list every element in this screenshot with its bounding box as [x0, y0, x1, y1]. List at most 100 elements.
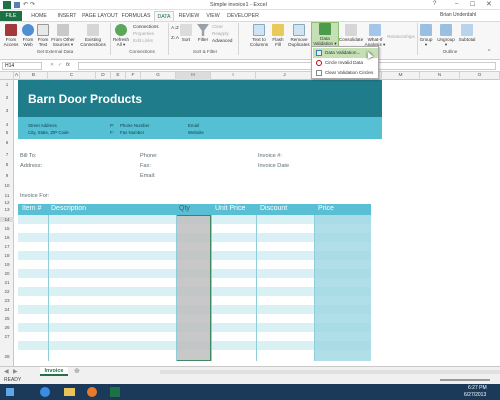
prev-sheet-icon[interactable]: ◀: [4, 368, 9, 375]
fax-number[interactable]: Fax Number: [120, 130, 144, 135]
column-header[interactable]: H: [176, 72, 211, 80]
row-header[interactable]: 19: [0, 262, 14, 267]
ie-icon[interactable]: [40, 387, 50, 397]
ungroup-button[interactable]: Ungroup ▾: [436, 24, 456, 47]
tab-data[interactable]: DATA: [154, 11, 174, 21]
header-unit-price[interactable]: Unit Price: [215, 205, 245, 212]
sort-button[interactable]: Sort: [180, 24, 192, 42]
column-header[interactable]: D: [96, 72, 111, 80]
from-web-button[interactable]: From Web: [21, 24, 35, 47]
sheet-tab-invoice[interactable]: Invoice: [40, 367, 68, 376]
row-header[interactable]: 12: [0, 200, 14, 205]
menu-item-clear-validation-circles[interactable]: Clear Validation Circles: [313, 68, 378, 78]
row-header[interactable]: 7: [0, 152, 14, 157]
row-header[interactable]: 23: [0, 298, 14, 303]
select-all[interactable]: [0, 72, 14, 80]
subtotal-button[interactable]: Subtotal: [456, 24, 478, 42]
row-header[interactable]: 17: [0, 244, 14, 249]
row-header[interactable]: 15: [0, 226, 14, 231]
qty-column-selection[interactable]: [176, 215, 211, 361]
invoice-date-label[interactable]: Invoice Date: [258, 163, 289, 169]
redo-icon[interactable]: ↷: [30, 1, 35, 8]
help-icon[interactable]: ?: [433, 1, 436, 7]
column-header[interactable]: M: [382, 72, 420, 80]
zoom-slider[interactable]: [440, 379, 490, 381]
header-description[interactable]: Description: [51, 205, 86, 212]
column-header[interactable]: G: [141, 72, 176, 80]
header-item-number[interactable]: Item #: [22, 205, 41, 212]
enter-icon[interactable]: ✓: [58, 62, 62, 68]
tab-page-layout[interactable]: PAGE LAYOUT: [80, 11, 120, 21]
row-header[interactable]: 6: [0, 140, 14, 145]
row-header[interactable]: 14: [0, 217, 14, 222]
row-header[interactable]: 9: [0, 173, 14, 178]
phone-label[interactable]: Phone:: [140, 153, 158, 159]
sort-az-button[interactable]: A↓Z: [170, 25, 180, 30]
flash-fill-button[interactable]: Flash Fill: [270, 24, 286, 47]
connections-button[interactable]: Connections: [133, 24, 169, 29]
row-header[interactable]: 4: [0, 122, 14, 127]
row-header[interactable]: 5: [0, 130, 14, 135]
row-header[interactable]: 22: [0, 289, 14, 294]
tab-insert[interactable]: INSERT: [54, 11, 80, 21]
row-header[interactable]: 13: [0, 207, 14, 212]
save-icon[interactable]: [14, 2, 20, 8]
excel-taskbar-icon[interactable]: [110, 387, 120, 397]
next-sheet-icon[interactable]: ▶: [13, 368, 18, 375]
address-label[interactable]: Address:: [20, 163, 42, 169]
start-icon[interactable]: [6, 388, 14, 396]
column-header[interactable]: I: [211, 72, 256, 80]
row-header[interactable]: 3: [0, 108, 14, 113]
header-qty[interactable]: Qty: [179, 205, 190, 212]
collapse-ribbon-icon[interactable]: ^: [488, 49, 490, 55]
row-header[interactable]: 8: [0, 162, 14, 167]
row-header[interactable]: 11: [0, 193, 14, 198]
email-label[interactable]: Email:: [140, 173, 156, 179]
refresh-all-button[interactable]: Refresh All ▾: [112, 24, 130, 47]
existing-connections-button[interactable]: Existing Connections: [78, 24, 108, 47]
column-header[interactable]: O: [460, 72, 500, 80]
sort-za-button[interactable]: Z↓A: [170, 35, 180, 40]
column-header[interactable]: N: [420, 72, 460, 80]
add-sheet-icon[interactable]: ⊕: [74, 367, 80, 375]
tab-home[interactable]: HOME: [27, 11, 51, 21]
text-to-columns-button[interactable]: Text to Columns: [248, 24, 270, 47]
what-if-analysis-button[interactable]: What-If Analysis ▾: [364, 24, 386, 47]
price-column[interactable]: [314, 215, 371, 361]
row-header[interactable]: 21: [0, 280, 14, 285]
city-state-zip[interactable]: City, State, ZIP Code: [28, 130, 69, 135]
remove-duplicates-button[interactable]: Remove Duplicates: [286, 24, 312, 47]
column-header[interactable]: E: [111, 72, 126, 80]
taskbar-date[interactable]: 6/27/2013: [464, 392, 486, 398]
row-header[interactable]: 26: [0, 325, 14, 330]
phone-number[interactable]: Phone Number: [120, 123, 150, 128]
menu-item-circle-invalid-data[interactable]: Circle Invalid Data: [313, 58, 378, 68]
undo-icon[interactable]: ↶: [23, 1, 28, 8]
media-icon[interactable]: [87, 387, 97, 397]
from-access-button[interactable]: From Access: [2, 24, 20, 47]
insert-function-icon[interactable]: fx: [66, 62, 70, 68]
formula-input[interactable]: [78, 62, 496, 70]
street-address[interactable]: Street Address: [28, 123, 57, 128]
row-header[interactable]: 24: [0, 307, 14, 312]
from-text-button[interactable]: From Text: [36, 24, 50, 47]
folder-icon[interactable]: [64, 388, 75, 396]
data-validation-button[interactable]: Data Validation ▾: [311, 22, 339, 48]
invoice-number-label[interactable]: Invoice #:: [258, 153, 282, 159]
tab-review[interactable]: REVIEW: [176, 11, 202, 21]
row-header[interactable]: 18: [0, 253, 14, 258]
website[interactable]: Website: [188, 130, 204, 135]
maximize-icon[interactable]: ☐: [470, 1, 475, 8]
taskbar-clock[interactable]: 6:27 PM: [468, 385, 487, 391]
row-header[interactable]: 16: [0, 235, 14, 240]
bill-to-label[interactable]: Bill To:: [20, 153, 36, 159]
email[interactable]: Email: [188, 123, 199, 128]
tab-formulas[interactable]: FORMULAS: [120, 11, 152, 21]
advanced-button[interactable]: Advanced: [212, 38, 236, 43]
row-header[interactable]: 20: [0, 271, 14, 276]
company-name[interactable]: Barn Door Products: [28, 92, 142, 106]
tab-developer[interactable]: DEVELOPER: [225, 11, 261, 21]
tab-view[interactable]: VIEW: [203, 11, 223, 21]
row-header[interactable]: 28: [0, 354, 14, 359]
header-price[interactable]: Price: [318, 205, 334, 212]
